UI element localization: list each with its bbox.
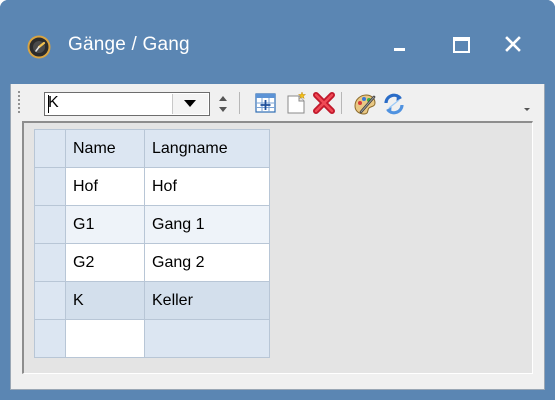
cell-name[interactable]: K	[65, 281, 145, 320]
window-bottom-border	[0, 390, 555, 400]
row-indicator[interactable]	[34, 281, 66, 320]
delete-button[interactable]	[309, 90, 337, 116]
new-record-button[interactable]	[282, 90, 310, 116]
new-cell-name[interactable]	[65, 319, 145, 358]
main-window: Gänge / Gang K Name Langname Hof Hof G1 …	[0, 0, 555, 400]
row-indicator[interactable]	[34, 319, 66, 358]
column-header-name[interactable]: Name	[65, 129, 145, 168]
column-chooser-icon	[255, 93, 276, 113]
combobox-dropdown-button[interactable]	[172, 94, 208, 114]
close-button[interactable]	[495, 30, 535, 60]
overflow-icon	[524, 108, 530, 111]
row-indicator-header[interactable]	[34, 129, 66, 168]
refresh-button[interactable]	[379, 90, 407, 116]
table-row[interactable]: G1 Gang 1	[34, 205, 270, 244]
title-bar[interactable]: Gänge / Gang	[0, 0, 555, 84]
window-title: Gänge / Gang	[68, 34, 190, 55]
record-combobox[interactable]: K	[44, 92, 210, 116]
data-grid-area[interactable]: Name Langname Hof Hof G1 Gang 1 G2 Gang …	[22, 121, 533, 374]
cell-langname[interactable]: Keller	[144, 281, 270, 320]
toolbar-overflow-button[interactable]	[521, 98, 533, 114]
new-cell-langname[interactable]	[144, 319, 270, 358]
cell-langname[interactable]: Gang 2	[144, 243, 270, 282]
table-row-selected[interactable]: K Keller	[34, 281, 270, 320]
data-grid: Name Langname Hof Hof G1 Gang 1 G2 Gang …	[34, 129, 270, 358]
grid-header-row: Name Langname	[34, 129, 270, 168]
cell-name[interactable]: G2	[65, 243, 145, 282]
row-indicator[interactable]	[34, 167, 66, 206]
spinner-icon[interactable]	[216, 92, 230, 116]
toolbar-gripper-icon[interactable]	[17, 90, 21, 114]
column-header-langname[interactable]: Langname	[144, 129, 270, 168]
cell-langname[interactable]: Gang 1	[144, 205, 270, 244]
toolbar-separator	[239, 92, 240, 114]
edit-icon	[354, 94, 376, 115]
cell-name[interactable]: Hof	[65, 167, 145, 206]
minimize-button[interactable]	[380, 30, 420, 60]
new-row[interactable]	[34, 319, 270, 358]
row-indicator[interactable]	[34, 243, 66, 282]
cell-name[interactable]: G1	[65, 205, 145, 244]
row-indicator[interactable]	[34, 205, 66, 244]
table-row[interactable]: Hof Hof	[34, 167, 270, 206]
app-icon	[27, 35, 51, 59]
combobox-value: K	[48, 94, 59, 113]
table-row[interactable]: G2 Gang 2	[34, 243, 270, 282]
toolbar-separator	[341, 92, 342, 114]
delete-icon	[313, 92, 335, 114]
maximize-button[interactable]	[440, 30, 480, 60]
refresh-icon	[384, 93, 404, 115]
column-chooser-button[interactable]	[252, 90, 280, 116]
edit-button[interactable]	[350, 90, 378, 116]
toolbar: K	[11, 84, 544, 120]
cell-langname[interactable]: Hof	[144, 167, 270, 206]
client-area: K Name Langname Hof Hof G1 Gang 1 G2 Gan…	[10, 84, 545, 390]
new-record-icon	[287, 91, 307, 114]
chevron-down-icon	[184, 100, 196, 107]
